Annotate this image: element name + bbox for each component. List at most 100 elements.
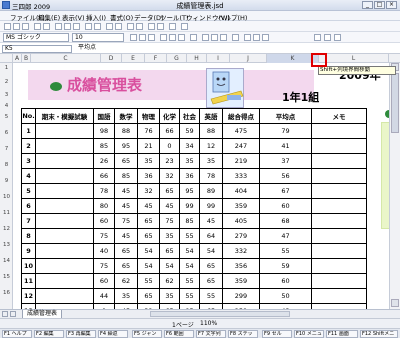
column-header-b[interactable]: B [22, 54, 31, 63]
row-header-7[interactable]: 7 [0, 146, 13, 152]
grade-cell[interactable] [35, 168, 94, 184]
column-header-g[interactable]: G [167, 54, 187, 63]
horizontal-scrollbar[interactable] [150, 311, 290, 317]
grade-cell[interactable]: 247 [222, 138, 260, 154]
grade-cell[interactable]: 60 [259, 273, 312, 289]
formula-input[interactable]: 平均点 [76, 45, 396, 53]
drawing-icon[interactable] [157, 23, 164, 30]
grade-cell[interactable]: 65 [114, 258, 138, 274]
grade-cell[interactable]: 95 [114, 138, 138, 154]
grade-cell[interactable]: 56 [259, 168, 312, 184]
row-number-cell[interactable]: 4 [21, 168, 36, 184]
comma-icon[interactable] [220, 34, 227, 41]
font-family-select[interactable]: MS ゴシック [3, 33, 69, 42]
grade-cell[interactable] [35, 258, 94, 274]
grade-cell[interactable]: 75 [159, 213, 180, 229]
fkey-6[interactable]: F6 範囲 [164, 330, 194, 338]
grade-cell[interactable] [311, 273, 367, 289]
row-header-11[interactable]: 11 [0, 210, 13, 216]
row-header-4[interactable]: 4 [0, 103, 13, 109]
grade-cell[interactable]: 0 [159, 138, 180, 154]
grade-cell[interactable]: 59 [259, 258, 312, 274]
fkey-12[interactable]: F12 Shiftメニュー [360, 330, 398, 338]
grade-cell[interactable]: 54 [159, 258, 180, 274]
grade-cell[interactable]: 356 [222, 258, 260, 274]
indent-icon[interactable] [232, 34, 239, 41]
grade-cell[interactable]: 45 [114, 198, 138, 214]
grade-cell[interactable] [311, 288, 367, 304]
grade-cell[interactable]: 80 [93, 198, 115, 214]
fkey-5[interactable]: F5 ジャンプ [132, 330, 162, 338]
align-left-icon[interactable] [160, 34, 167, 41]
vertical-scrollbar[interactable] [389, 63, 400, 309]
grade-cell[interactable]: 88 [199, 123, 223, 139]
grade-cell[interactable]: 99 [199, 198, 223, 214]
save-icon[interactable] [22, 23, 29, 30]
grade-cell[interactable]: 475 [222, 123, 260, 139]
clipart-image[interactable] [206, 68, 244, 108]
row-number-cell[interactable]: 3 [21, 153, 36, 169]
percent-icon[interactable] [211, 34, 218, 41]
row-header-1[interactable]: 1 [0, 65, 13, 71]
grade-cell[interactable]: 65 [199, 258, 223, 274]
row-header-12[interactable]: 12 [0, 226, 13, 232]
merge-icon[interactable] [190, 34, 197, 41]
grade-cell[interactable]: 60 [93, 213, 115, 229]
grade-cell[interactable] [35, 138, 94, 154]
column-header-h[interactable]: H [187, 54, 207, 63]
fkey-8[interactable]: F8 ステップ [228, 330, 258, 338]
tab-next-icon[interactable] [10, 311, 16, 317]
grade-cell[interactable]: 98 [93, 123, 115, 139]
sort-desc-icon[interactable] [136, 23, 143, 30]
grade-cell[interactable]: 37 [259, 153, 312, 169]
grade-cell[interactable]: 45 [114, 183, 138, 199]
grade-cell[interactable]: 404 [222, 183, 260, 199]
column-header-c[interactable]: C [31, 54, 101, 63]
grade-cell[interactable]: 45 [137, 198, 160, 214]
scroll-thumb[interactable] [391, 73, 399, 133]
underline-icon[interactable] [148, 34, 155, 41]
grade-cell[interactable]: 55 [179, 273, 200, 289]
grade-cell[interactable]: 35 [159, 228, 180, 244]
copy-icon[interactable] [64, 23, 71, 30]
grade-cell[interactable]: 65 [159, 243, 180, 259]
row-number-cell[interactable]: 2 [21, 138, 36, 154]
row-header-5[interactable]: 5 [0, 114, 13, 120]
open-icon[interactable] [13, 23, 20, 30]
grade-cell[interactable]: 75 [93, 258, 115, 274]
grade-cell[interactable] [35, 273, 94, 289]
grade-cell[interactable]: 60 [259, 198, 312, 214]
row-header-15[interactable]: 15 [0, 274, 13, 280]
row-number-cell[interactable]: 7 [21, 213, 36, 229]
grade-cell[interactable]: 65 [114, 243, 138, 259]
grade-cell[interactable]: 62 [159, 273, 180, 289]
grade-cell[interactable]: 44 [93, 288, 115, 304]
grade-cell[interactable]: 99 [179, 198, 200, 214]
row-header-10[interactable]: 10 [0, 194, 13, 200]
grade-cell[interactable]: 279 [222, 228, 260, 244]
grade-cell[interactable]: 78 [93, 183, 115, 199]
column-header-l[interactable]: L [319, 54, 389, 63]
grade-cell[interactable]: 55 [137, 273, 160, 289]
grade-cell[interactable]: 54 [137, 243, 160, 259]
align-center-icon[interactable] [169, 34, 176, 41]
row-number-cell[interactable]: 10 [21, 258, 36, 274]
preview-icon[interactable] [43, 23, 50, 30]
redo-icon[interactable] [94, 23, 101, 30]
font-size-select[interactable]: 10 [72, 33, 124, 42]
scroll-down-icon[interactable] [391, 299, 399, 307]
grade-cell[interactable]: 34 [179, 138, 200, 154]
cut-icon[interactable] [55, 23, 62, 30]
grade-cell[interactable]: 85 [114, 168, 138, 184]
close-button[interactable]: × [386, 1, 397, 9]
grade-cell[interactable]: 55 [179, 228, 200, 244]
minimize-button[interactable]: _ [362, 1, 373, 9]
grade-cell[interactable]: 65 [159, 183, 180, 199]
fkey-4[interactable]: F4 繰返 [98, 330, 128, 338]
chart-icon[interactable] [148, 23, 155, 30]
row-number-cell[interactable]: 5 [21, 183, 36, 199]
grade-cell[interactable] [35, 228, 94, 244]
grade-cell[interactable] [35, 153, 94, 169]
grade-cell[interactable] [311, 243, 367, 259]
grade-cell[interactable]: 36 [179, 168, 200, 184]
